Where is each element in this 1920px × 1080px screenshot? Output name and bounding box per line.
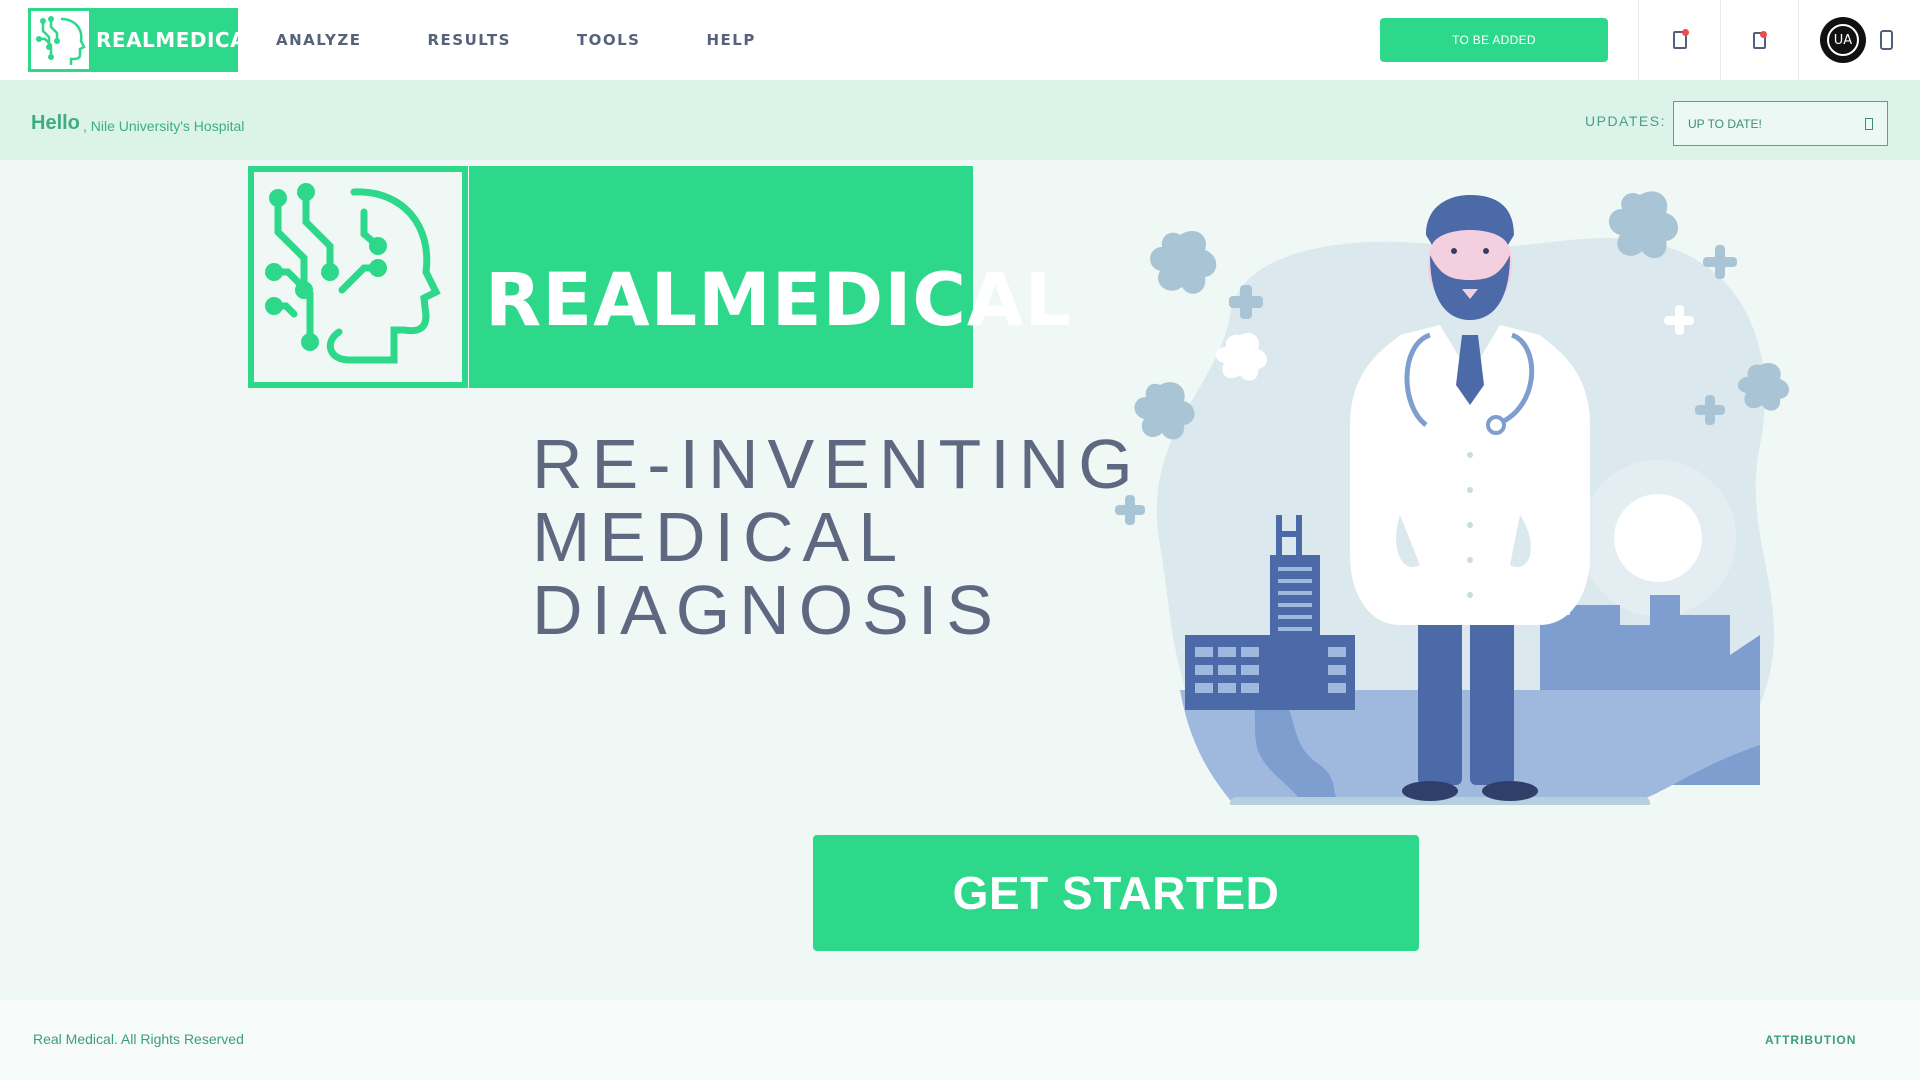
greeting-organization: , Nile University's Hospital: [83, 118, 245, 134]
avatar-initials: UA: [1827, 24, 1859, 56]
tagline-line-3: DIAGNOSIS: [532, 571, 1002, 649]
nav-results[interactable]: RESULTS: [427, 31, 510, 49]
updates-label: UPDATES:: [1585, 113, 1666, 129]
hero-brain-circuit-icon: [248, 166, 468, 388]
updates-status-box[interactable]: UP TO DATE!: [1673, 101, 1888, 146]
attribution-link[interactable]: ATTRIBUTION: [1765, 1033, 1856, 1047]
brand-wordmark: REALMEDICAL: [92, 8, 259, 72]
top-navbar: REALMEDICAL ANALYZE RESULTS TOOLS HELP T…: [0, 0, 1920, 80]
updates-status: UP TO DATE!: [1688, 116, 1762, 131]
mobile-icon[interactable]: [1880, 30, 1893, 50]
footer-copyright: Real Medical. All Rights Reserved: [33, 1031, 244, 1047]
footer: [0, 1000, 1920, 1080]
nav-tools[interactable]: TOOLS: [577, 31, 641, 49]
hero-logo: REALMEDICAL: [248, 166, 1071, 388]
updates-icon: [1865, 118, 1873, 130]
avatar[interactable]: UA: [1820, 17, 1866, 63]
to-be-added-button[interactable]: TO BE ADDED: [1380, 18, 1608, 62]
get-started-button[interactable]: GET STARTED: [813, 835, 1419, 951]
tagline-line-1: RE-INVENTING: [532, 425, 1142, 503]
tagline-line-2: MEDICAL: [532, 498, 907, 576]
hero-tagline: RE-INVENTING MEDICAL DIAGNOSIS: [532, 428, 1142, 647]
documents-button[interactable]: [1720, 0, 1798, 80]
main-nav: ANALYZE RESULTS TOOLS HELP: [276, 0, 822, 80]
brain-circuit-icon: [28, 8, 92, 72]
nav-help[interactable]: HELP: [706, 31, 755, 49]
greeting-hello: Hello: [31, 112, 80, 134]
brand-name: REALMEDICAL: [96, 28, 260, 52]
notifications-button[interactable]: [1638, 0, 1720, 80]
nav-analyze[interactable]: ANALYZE: [276, 31, 361, 49]
doctor-hospital-illustration: [1115, 191, 1789, 805]
notification-icon: [1672, 29, 1689, 49]
hero-brand-name: REALMEDICAL: [485, 258, 1072, 343]
brand-logo[interactable]: REALMEDICAL: [28, 8, 259, 72]
document-icon: [1753, 30, 1767, 49]
